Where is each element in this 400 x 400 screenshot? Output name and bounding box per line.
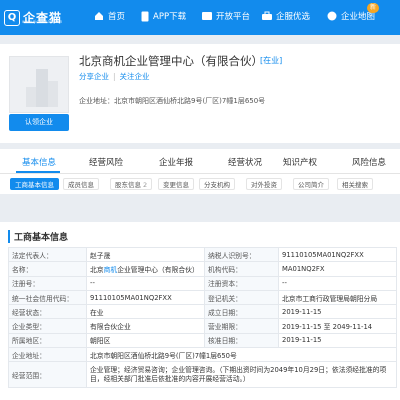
divider: |: [113, 72, 116, 81]
subtab-business-info[interactable]: 工商基本信息: [10, 178, 59, 190]
table-row: 经营状态： 在业 成立日期： 2019-11-15: [8, 304, 397, 320]
name-value: 北京商机企业管理中心（有限合伙）: [86, 261, 205, 277]
tab-risk-info[interactable]: 风险信息: [352, 156, 386, 168]
briefcase-icon: [262, 11, 272, 20]
op-status-label: 经营状态：: [8, 304, 87, 320]
logo-subtitle: www.qichamao.com: [22, 19, 63, 24]
business-info-table: 法定代表人： 赵子晟 纳税人识别号： 91110105MA01NQ2FXX 名称…: [8, 246, 397, 389]
follow-company-link[interactable]: 关注企业: [120, 72, 150, 81]
approved-label: 核准日期：: [204, 332, 279, 349]
credit-code-label: 统一社会信用代码：: [8, 289, 87, 306]
name-suffix: 企业管理中心（有限合伙）: [117, 265, 199, 274]
subtab-intro[interactable]: 公司简介: [293, 178, 329, 190]
company-address: 企业地址：北京市朝阳区酒仙桥北路9号(厂区)7幢1层650号: [79, 96, 265, 106]
tab-operations[interactable]: 经营状况: [228, 156, 262, 168]
tab-business-risk[interactable]: 经营风险: [89, 156, 123, 168]
subtab-changes[interactable]: 变更信息: [158, 178, 194, 190]
home-icon: [95, 12, 103, 20]
subtab-investments[interactable]: 对外投资: [246, 178, 282, 190]
table-row: 所属地区： 朝阳区 核准日期： 2019-11-15: [8, 332, 397, 349]
tab-intellectual-property[interactable]: 知识产权: [283, 156, 317, 168]
authority-label: 登记机关：: [204, 289, 279, 306]
table-row: 统一社会信用代码： 91110105MA01NQ2FXX 登记机关： 北京市工商…: [8, 289, 397, 306]
reg-no-label: 注册号：: [8, 275, 87, 291]
claim-company-button[interactable]: 认领企业: [9, 114, 69, 131]
subtab-members[interactable]: 成员信息: [63, 178, 99, 190]
name-label: 名称：: [8, 261, 87, 277]
legal-rep-label: 法定代表人：: [8, 246, 87, 263]
main-tabs: 基本信息 经营风险 企业年报 经营状况 知识产权 风险信息: [0, 149, 400, 174]
tab-basic-info[interactable]: 基本信息: [22, 156, 56, 168]
nav-platform-label: 开放平台: [216, 12, 251, 22]
phone-icon: [141, 11, 149, 21]
approved-value: 2019-11-15: [278, 332, 397, 349]
founded-value: 2019-11-15: [278, 304, 397, 320]
top-nav-bar: Q 企查猫 www.qichamao.com 首页 APP下载 开放平台 企服优…: [0, 0, 400, 35]
type-value: 有限合伙企业: [86, 318, 205, 334]
table-row: 经营范围： 企业管理；经济贸易咨询；企业管理咨询。（下期出资时间为2049年10…: [8, 361, 397, 389]
nav-app-download[interactable]: APP下载: [141, 10, 186, 22]
table-row: 法定代表人： 赵子晟 纳税人识别号： 91110105MA01NQ2FXX: [8, 246, 397, 263]
company-name: 北京商机企业管理中心（有限合伙）: [79, 54, 263, 68]
region-value: 朝阳区: [86, 332, 205, 349]
nav-home[interactable]: 首页: [94, 10, 125, 22]
business-info-section: 工商基本信息 法定代表人： 赵子晟 纳税人识别号： 91110105MA01NQ…: [0, 222, 400, 400]
subtab-branches[interactable]: 分支机构: [199, 178, 235, 190]
nav-enterprise-services[interactable]: 企服优选: [262, 10, 310, 22]
map-pin-icon: [327, 11, 337, 21]
nav-open-platform[interactable]: 开放平台: [202, 10, 250, 22]
authority-value: 北京市工商行政管理局朝阳分局: [278, 289, 397, 306]
subtab-related-search[interactable]: 相关搜索: [337, 178, 373, 190]
address-value: 北京市朝阳区酒仙桥北路9号(厂区)7幢1层650号: [114, 97, 266, 105]
company-actions: 分享企业 | 关注企业: [79, 71, 150, 82]
term-label: 营业期限：: [204, 318, 279, 334]
credit-code-value: 91110105MA01NQ2FXX: [86, 289, 205, 306]
tax-id-value: 91110105MA01NQ2FXX: [278, 246, 397, 263]
name-prefix: 北京: [90, 265, 104, 274]
nav-home-label: 首页: [108, 12, 126, 22]
legal-rep-link[interactable]: 赵子晟: [86, 246, 205, 263]
term-value: 2019-11-15 至 2049-11-14: [278, 318, 397, 334]
table-row: 企业类型： 有限合伙企业 营业期限： 2019-11-15 至 2049-11-…: [8, 318, 397, 334]
nav-enterprise-map[interactable]: 企业地图 新: [327, 3, 380, 22]
region-label: 所属地区：: [8, 332, 87, 349]
platform-icon: [202, 12, 212, 20]
org-code-value: MA01NQ2FX: [278, 261, 397, 277]
reg-address-value: 北京市朝阳区酒仙桥北路9号(厂区)7幢1层650号: [86, 347, 397, 363]
subtab-shareholders-label: 股东信息: [115, 181, 141, 189]
op-status-value: 在业: [86, 304, 205, 320]
table-row: 名称： 北京商机企业管理中心（有限合伙） 机构代码： MA01NQ2FX: [8, 261, 397, 277]
org-code-label: 机构代码：: [204, 261, 279, 277]
reg-no-value: --: [86, 275, 205, 291]
section-title: 工商基本信息: [8, 230, 68, 243]
sub-tabs: 工商基本信息 成员信息 股东信息 2 变更信息 分支机构 对外投资 公司简介 相关…: [0, 174, 400, 194]
shareholder-count: 2: [143, 181, 148, 189]
scope-value: 企业管理；经济贸易咨询；企业管理咨询。（下期出资时间为2049年10月29日；依…: [86, 361, 397, 389]
status-badge: [在业]: [260, 56, 283, 65]
new-badge: 新: [367, 3, 380, 13]
company-logo-placeholder: [9, 56, 69, 113]
active-tab-indicator: [16, 171, 60, 173]
capital-value: --: [278, 275, 397, 291]
type-label: 企业类型：: [8, 318, 87, 334]
logo-icon: Q: [4, 9, 20, 26]
share-company-link[interactable]: 分享企业: [79, 72, 109, 81]
tab-annual-report[interactable]: 企业年报: [159, 156, 193, 168]
nav-app-label: APP下载: [153, 12, 187, 22]
table-row: 注册号： -- 注册资本： --: [8, 275, 397, 291]
table-row: 企业地址： 北京市朝阳区酒仙桥北路9号(厂区)7幢1层650号: [8, 347, 397, 363]
tax-id-label: 纳税人识别号：: [204, 246, 279, 263]
capital-label: 注册资本：: [204, 275, 279, 291]
building-icon: [26, 69, 58, 107]
name-highlight: 商机: [103, 265, 118, 274]
founded-label: 成立日期：: [204, 304, 279, 320]
reg-address-label: 企业地址：: [8, 347, 87, 363]
subtab-shareholders[interactable]: 股东信息 2: [110, 178, 153, 190]
address-label: 企业地址：: [79, 97, 114, 105]
scope-label: 经营范围：: [8, 361, 87, 389]
nav-services-label: 企服优选: [276, 12, 311, 22]
